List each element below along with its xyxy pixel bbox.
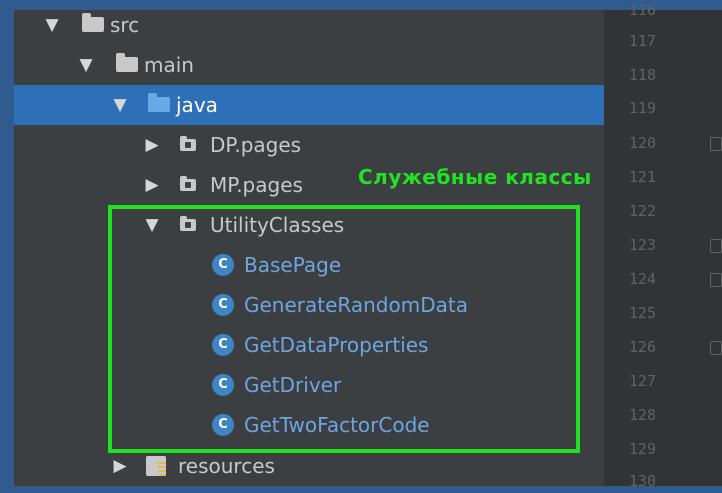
expand-arrow-icon[interactable]: ▼ [78,55,94,75]
line-number: 122 [628,202,656,220]
tree-item-label: src [110,13,140,37]
line-number: 124 [628,270,656,288]
line-number: 127 [628,372,656,390]
fold-marker-icon[interactable] [710,273,722,287]
tree-item-label: DP.pages [210,133,302,157]
line-number: 130 [628,472,656,490]
annotation-highlight-box [108,205,580,453]
resources-folder-icon [146,456,166,476]
tree-item-java[interactable]: ▼ java [14,85,604,125]
fold-marker-icon[interactable] [710,341,722,355]
tree-item-label: resources [178,454,275,478]
line-number: 125 [628,304,656,322]
line-number: 116 [628,1,656,19]
window-frame-left [0,0,14,493]
tree-item-label: main [144,53,194,77]
tree-item-dp-pages[interactable]: ▶ DP.pages [14,125,604,165]
tree-item-src[interactable]: ▼ src [14,5,604,45]
package-icon [180,136,196,151]
folder-icon [82,13,104,32]
tree-item-label: MP.pages [210,173,303,197]
expand-arrow-icon[interactable]: ▼ [44,15,60,35]
package-icon [180,176,196,191]
line-number: 126 [628,338,656,356]
line-number: 129 [628,440,656,458]
line-number: 128 [628,406,656,424]
line-number: 121 [628,168,656,186]
tree-item-label: java [176,93,218,117]
collapse-arrow-icon[interactable]: ▶ [144,175,160,195]
folder-icon [116,53,138,72]
source-folder-icon [148,93,170,112]
line-number: 118 [628,66,656,84]
line-number: 117 [628,32,656,50]
line-number: 120 [628,134,656,152]
collapse-arrow-icon[interactable]: ▶ [144,135,160,155]
tree-item-main[interactable]: ▼ main [14,45,604,85]
fold-marker-icon[interactable] [710,239,722,253]
annotation-label: Служебные классы [358,165,592,189]
expand-arrow-icon[interactable]: ▼ [112,95,128,115]
fold-marker-icon[interactable] [710,137,722,151]
line-number: 123 [628,236,656,254]
line-number: 119 [628,99,656,117]
collapse-arrow-icon[interactable]: ▶ [112,456,128,476]
